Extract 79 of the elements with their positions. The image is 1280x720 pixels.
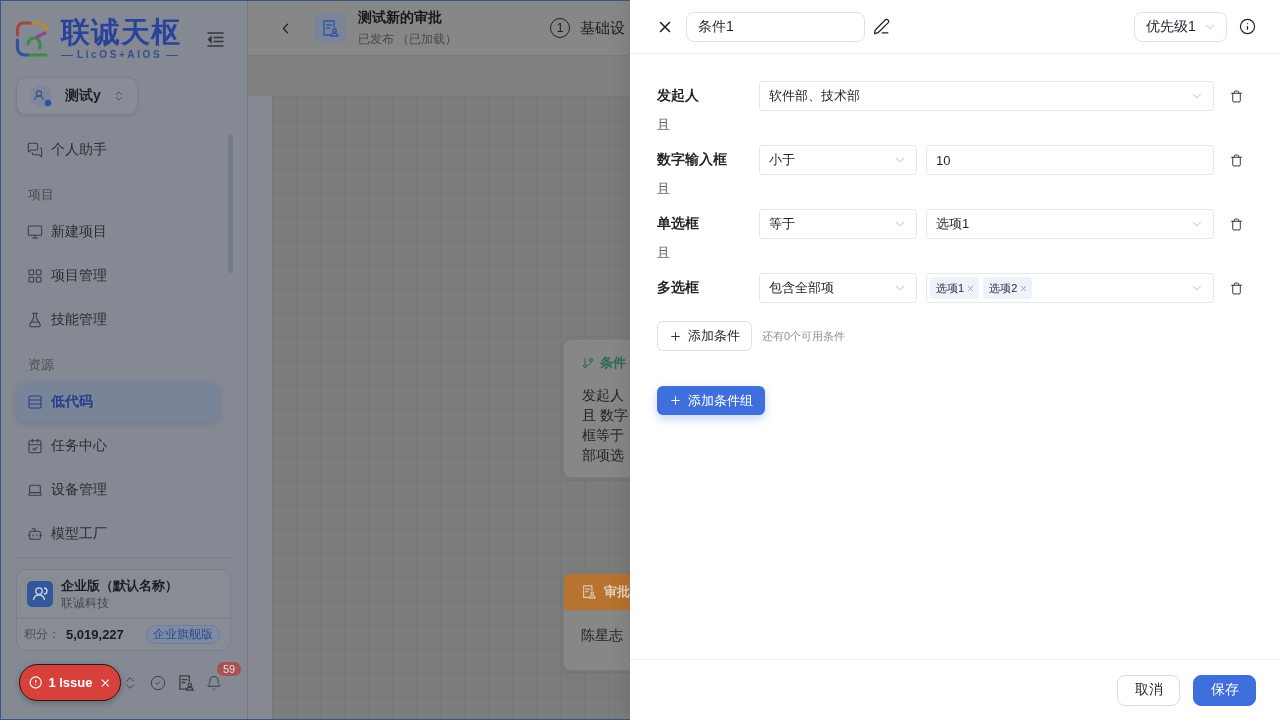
issue-badge[interactable]: 1 Issue [19,664,121,701]
connector-label: 且 [657,246,670,260]
step-label[interactable]: 基础设 [580,18,625,38]
page-status: 已发布 （已加载） [358,31,459,48]
enterprise-name: 企业版（默认名称） [61,577,178,596]
approver-node[interactable]: 审批 陈星志 [563,573,630,671]
plan-badge: 企业旗舰版 [146,625,220,645]
priority-select[interactable]: 优先级1 [1134,11,1227,42]
branch-icon [582,357,594,369]
plus-icon [669,329,682,343]
nav-section-title: 项目 [28,186,55,204]
add-condition-button[interactable]: 添加条件 [657,321,752,351]
calendar-check-icon [27,438,43,454]
cancel-button[interactable]: 取消 [1117,674,1180,706]
rows-icon [27,394,43,410]
points-label: 积分： [24,626,60,644]
operator-select[interactable]: 小于 [759,145,917,175]
user-avatar-icon [30,84,53,108]
operator-select[interactable]: 包含全部项 [759,273,917,303]
tag-label: 选项1 [936,280,965,296]
field-label: 数字输入框 [657,151,728,169]
notification-count: 59 [217,662,242,676]
company-name: 联诚科技 [61,595,110,612]
trash-icon[interactable] [1230,153,1243,167]
logo-tagline: LicOS+AIOS [77,49,163,61]
monitor-icon [27,224,43,240]
nav-item[interactable]: 任务中心 [16,426,220,466]
value-input[interactable]: 10 [926,145,1214,175]
title-input[interactable]: 条件1 [686,11,865,42]
nav-item[interactable]: 设备管理 [16,470,220,510]
nav-item[interactable]: 新建项目 [16,212,220,252]
pencil-icon[interactable] [873,18,890,35]
logo-text: 联诚天枢 [61,17,181,47]
nav-item[interactable]: 模型工厂 [16,514,220,554]
add-group-button[interactable]: 添加条件组 [657,386,765,415]
field-label: 单选框 [657,215,700,233]
chat-icon [27,142,43,158]
operator-select[interactable]: 等于 [759,209,917,239]
value-select[interactable]: 软件部、技术部 [759,81,1214,111]
plus-icon [669,394,682,407]
connector-label: 且 [657,182,670,196]
tag-label: 选项2 [989,280,1018,296]
document-user-icon [582,585,596,599]
info-icon[interactable] [1239,18,1256,35]
approver-name: 陈星志 [581,626,623,645]
points-value: 5,019,227 [66,627,124,643]
bell-icon[interactable] [206,675,222,691]
enterprise-avatar-icon [27,581,53,608]
field-label: 多选框 [657,279,700,297]
condition-summary: 发起人 且 数字 框等于 部项选 [582,386,628,465]
check-circle-icon[interactable] [150,675,166,691]
trash-icon[interactable] [1230,89,1243,103]
nav-item[interactable]: 个人助手 [16,130,220,170]
workspace-name: 测试y [65,87,101,105]
nav-item[interactable]: 技能管理 [16,300,220,340]
connector-label: 且 [657,118,670,132]
condition-node[interactable]: 条件 发起人 且 数字 框等于 部项选 [563,339,630,478]
field-label: 发起人 [657,87,700,105]
workspace-switcher[interactable]: 测试y [16,77,138,115]
flask-icon [27,312,43,328]
node-title: 审批 [604,583,630,601]
trash-icon[interactable] [1230,281,1243,295]
document-icon [314,12,346,44]
document-user-icon[interactable] [178,675,194,691]
save-button[interactable]: 保存 [1193,674,1256,706]
nav-section-title: 资源 [28,356,55,374]
page-title: 测试新的审批 [358,8,443,27]
nav-item[interactable]: 低代码 [16,382,220,422]
laptop-icon [27,482,43,498]
trash-icon[interactable] [1230,217,1243,231]
remaining-hint: 还有0个可用条件 [762,328,846,344]
alert-icon [29,675,43,690]
logo-icon [15,20,49,58]
node-title: 条件 [600,354,626,372]
grid-icon [27,268,43,284]
robot-icon [27,526,43,542]
value-select[interactable]: 选项1 [926,209,1214,239]
collapse-icon[interactable] [207,31,224,47]
nav-item[interactable]: 项目管理 [16,256,220,296]
